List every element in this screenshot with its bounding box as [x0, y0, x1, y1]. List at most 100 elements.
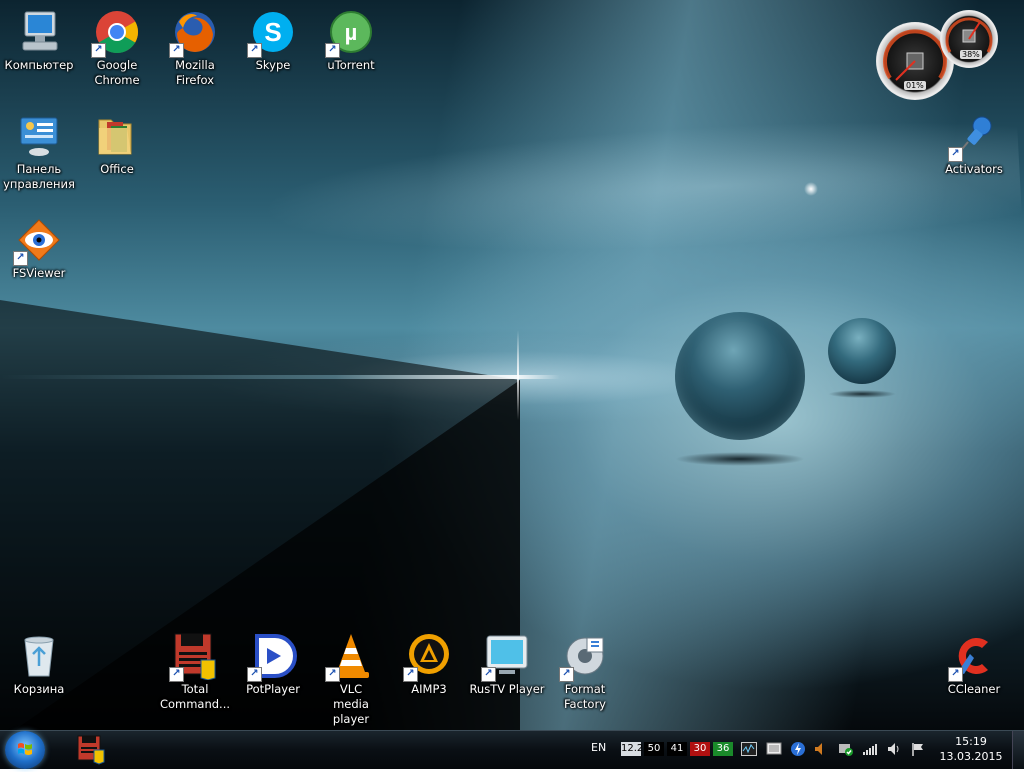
icon-label: Total Command...: [159, 682, 231, 711]
fsviewer-icon: ↗: [13, 216, 63, 266]
utorrent-icon: µ ↗: [325, 8, 375, 58]
desktop-icon-rustv-player[interactable]: ↗ RusTV Player: [468, 632, 546, 697]
desktop-icon-office[interactable]: Office: [78, 112, 156, 177]
icon-label: Office: [100, 162, 134, 176]
taskbar-clock[interactable]: 15:19 13.03.2015: [938, 734, 1004, 764]
shortcut-arrow-icon: ↗: [91, 43, 106, 58]
icon-label: Google Chrome: [94, 58, 140, 87]
desktop-icon-format-factory[interactable]: ↗ Format Factory: [546, 632, 624, 712]
desktop-icon-google-chrome[interactable]: ↗ Google Chrome: [78, 8, 156, 88]
shortcut-arrow-icon: ↗: [481, 667, 496, 682]
tray-indicator[interactable]: 36: [713, 742, 733, 756]
memory-gauge: 38%: [940, 10, 998, 68]
icon-label: Компьютер: [4, 58, 74, 72]
windows-logo-icon: [18, 743, 32, 755]
memory-value: 38%: [960, 50, 982, 59]
recycle-bin-icon: [15, 632, 63, 680]
monitor-graph-icon[interactable]: [741, 741, 757, 757]
shortcut-arrow-icon: ↗: [247, 43, 262, 58]
taskbar: EN 12.2 50 41 30 36 15:19 13.03.2015: [0, 730, 1024, 769]
tv-icon: ↗: [481, 632, 531, 682]
desktop-icon-fsviewer[interactable]: ↗ FSViewer: [0, 216, 78, 281]
tray-indicator[interactable]: 41: [667, 742, 687, 756]
clock-date: 13.03.2015: [939, 750, 1003, 763]
skype-icon: S ↗: [247, 8, 297, 58]
taskbar-total-commander[interactable]: [70, 732, 110, 768]
bright-star: [804, 182, 818, 196]
light-flare-vertical: [517, 330, 519, 420]
action-center-flag-icon[interactable]: [910, 741, 926, 757]
large-sphere-shadow: [675, 452, 805, 466]
desktop-icon-ccleaner[interactable]: ↗ CCleaner: [935, 632, 1013, 697]
desktop-icon-skype[interactable]: S ↗ Skype: [234, 8, 312, 73]
desktop-icon-recycle-bin[interactable]: Корзина: [0, 632, 78, 697]
tray-indicator[interactable]: 50: [644, 742, 664, 756]
cpu-value: 01%: [904, 81, 926, 90]
aimp-icon: ↗: [403, 632, 453, 682]
shortcut-arrow-icon: ↗: [169, 43, 184, 58]
display-icon[interactable]: [766, 741, 782, 757]
milky-way-glow: [257, 110, 1023, 270]
volume-icon[interactable]: [886, 741, 902, 757]
shortcut-arrow-icon: ↗: [559, 667, 574, 682]
format-factory-icon: ↗: [559, 632, 609, 682]
shortcut-arrow-icon: ↗: [13, 251, 28, 266]
speaker-muted-icon[interactable]: [813, 741, 829, 757]
clock-time: 15:19: [955, 735, 987, 748]
small-sphere-shadow: [828, 390, 896, 398]
lightning-icon[interactable]: [790, 741, 806, 757]
icon-label: Skype: [255, 58, 291, 72]
desktop-icon-mozilla-firefox[interactable]: ↗ Mozilla Firefox: [156, 8, 234, 88]
network-signal-icon[interactable]: [862, 741, 878, 757]
icon-label: CCleaner: [947, 682, 1001, 696]
icon-label: Activators: [945, 162, 1003, 176]
security-check-icon[interactable]: [838, 741, 854, 757]
start-button[interactable]: [5, 731, 45, 769]
icon-label: Format Factory: [563, 682, 606, 711]
desktop-background: Компьютер ↗ Google Chrome ↗ Mozilla Fire…: [0, 0, 1024, 730]
pushpin-icon: ↗: [948, 112, 998, 162]
cpu-meter-gadget[interactable]: 01% 38%: [874, 10, 1004, 102]
shortcut-arrow-icon: ↗: [325, 43, 340, 58]
shortcut-arrow-icon: ↗: [169, 667, 184, 682]
tray-indicator[interactable]: 30: [690, 742, 710, 756]
shortcut-arrow-icon: ↗: [948, 147, 963, 162]
shortcut-arrow-icon: ↗: [403, 667, 418, 682]
show-desktop-button[interactable]: [1012, 731, 1024, 769]
svg-text:µ: µ: [345, 20, 358, 45]
vlc-cone-icon: ↗: [325, 632, 375, 682]
desktop-icon-total-commander[interactable]: ↗ Total Command...: [156, 632, 234, 712]
icon-label: Корзина: [13, 682, 65, 696]
desktop-icon-utorrent[interactable]: µ ↗ uTorrent: [312, 8, 390, 73]
icon-label: RusTV Player: [469, 682, 545, 696]
folder-icon: [93, 112, 141, 160]
total-commander-icon: ↗: [169, 632, 219, 682]
potplayer-icon: ↗: [247, 632, 297, 682]
svg-text:S: S: [264, 17, 281, 47]
desktop-icon-vlc[interactable]: ↗ VLC media player: [312, 632, 390, 727]
ccleaner-icon: ↗: [948, 632, 998, 682]
desktop-icon-aimp3[interactable]: ↗ AIMP3: [390, 632, 468, 697]
language-indicator[interactable]: EN: [591, 741, 606, 754]
small-sphere: [828, 318, 896, 384]
chrome-icon: ↗: [91, 8, 141, 58]
desktop-icon-potplayer[interactable]: ↗ PotPlayer: [234, 632, 312, 697]
shortcut-arrow-icon: ↗: [325, 667, 340, 682]
icon-label: uTorrent: [327, 58, 375, 72]
tray-indicator[interactable]: 12.2: [621, 742, 643, 756]
firefox-icon: ↗: [169, 8, 219, 58]
control-panel-icon: [15, 112, 63, 160]
desktop-icon-control-panel[interactable]: Панель управления: [0, 112, 78, 192]
icon-label: AIMP3: [411, 682, 447, 696]
icon-label: FSViewer: [12, 266, 66, 280]
desktop-icon-activators[interactable]: ↗ Activators: [935, 112, 1013, 177]
total-commander-icon: [77, 735, 105, 765]
large-sphere: [675, 312, 805, 440]
icon-label: PotPlayer: [246, 682, 300, 696]
computer-icon: [15, 8, 63, 56]
icon-label: Mozilla Firefox: [175, 58, 215, 87]
light-flare: [0, 375, 560, 379]
desktop-icon-computer[interactable]: Компьютер: [0, 8, 78, 73]
shortcut-arrow-icon: ↗: [948, 667, 963, 682]
icon-label: VLC media player: [332, 682, 370, 726]
